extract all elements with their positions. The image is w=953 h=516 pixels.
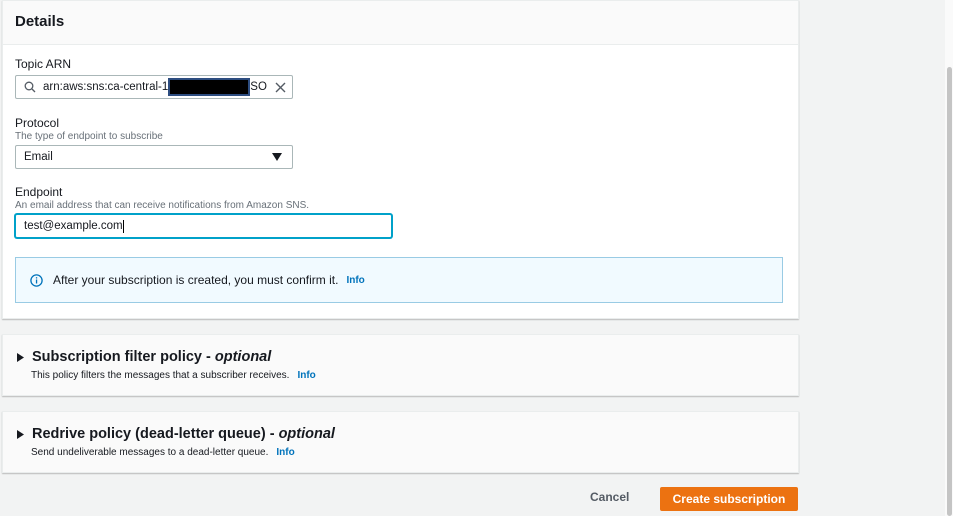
optional-label: optional bbox=[214, 349, 272, 365]
topic-arn-label: Topic ARN bbox=[15, 57, 72, 71]
info-link[interactable]: Info bbox=[297, 370, 315, 381]
info-link[interactable]: Info bbox=[346, 275, 364, 286]
endpoint-label: Endpoint bbox=[15, 185, 63, 199]
details-title: Details bbox=[3, 1, 798, 45]
endpoint-input[interactable]: test@example.com bbox=[15, 214, 392, 238]
endpoint-value: test@example.com bbox=[24, 220, 123, 232]
scrollbar[interactable] bbox=[947, 67, 952, 516]
caret-right-icon bbox=[17, 429, 24, 439]
redacted-block bbox=[168, 78, 251, 96]
filter-policy-description: This policy filters the messages that a … bbox=[31, 370, 290, 381]
redrive-policy-title: Redrive policy (dead-letter queue) - bbox=[32, 426, 279, 442]
topic-arn-value: arn:aws:sns:ca-central-1 bbox=[43, 81, 169, 93]
info-link[interactable]: Info bbox=[276, 447, 294, 458]
info-alert: After your subscription is created, you … bbox=[15, 257, 783, 303]
cancel-button[interactable]: Cancel bbox=[590, 490, 629, 504]
endpoint-description: An email address that can receive notifi… bbox=[15, 200, 310, 211]
protocol-value: Email bbox=[24, 151, 53, 163]
filter-policy-section[interactable]: Subscription filter policy - optional Th… bbox=[2, 334, 799, 396]
clear-icon[interactable] bbox=[275, 82, 286, 93]
optional-label: optional bbox=[278, 426, 335, 442]
redrive-policy-section[interactable]: Redrive policy (dead-letter queue) - opt… bbox=[2, 411, 799, 473]
caret-right-icon bbox=[17, 352, 24, 362]
filter-policy-title: Subscription filter policy - bbox=[32, 349, 215, 365]
redrive-policy-description: Send undeliverable messages to a dead-le… bbox=[31, 447, 269, 458]
create-subscription-button[interactable]: Create subscription bbox=[660, 487, 798, 511]
topic-arn-input[interactable]: arn:aws:sns:ca-central-1 SO bbox=[15, 75, 293, 99]
caret-down-icon bbox=[272, 153, 282, 161]
details-panel: Details Topic ARN arn:aws:sns:ca-central… bbox=[2, 0, 799, 319]
protocol-label: Protocol bbox=[15, 116, 60, 130]
search-icon bbox=[24, 81, 36, 93]
protocol-select[interactable]: Email bbox=[15, 145, 293, 169]
info-alert-text: After your subscription is created, you … bbox=[53, 273, 339, 287]
topic-arn-suffix: SO bbox=[250, 81, 267, 93]
protocol-description: The type of endpoint to subscribe bbox=[15, 131, 163, 142]
info-icon bbox=[30, 273, 43, 287]
